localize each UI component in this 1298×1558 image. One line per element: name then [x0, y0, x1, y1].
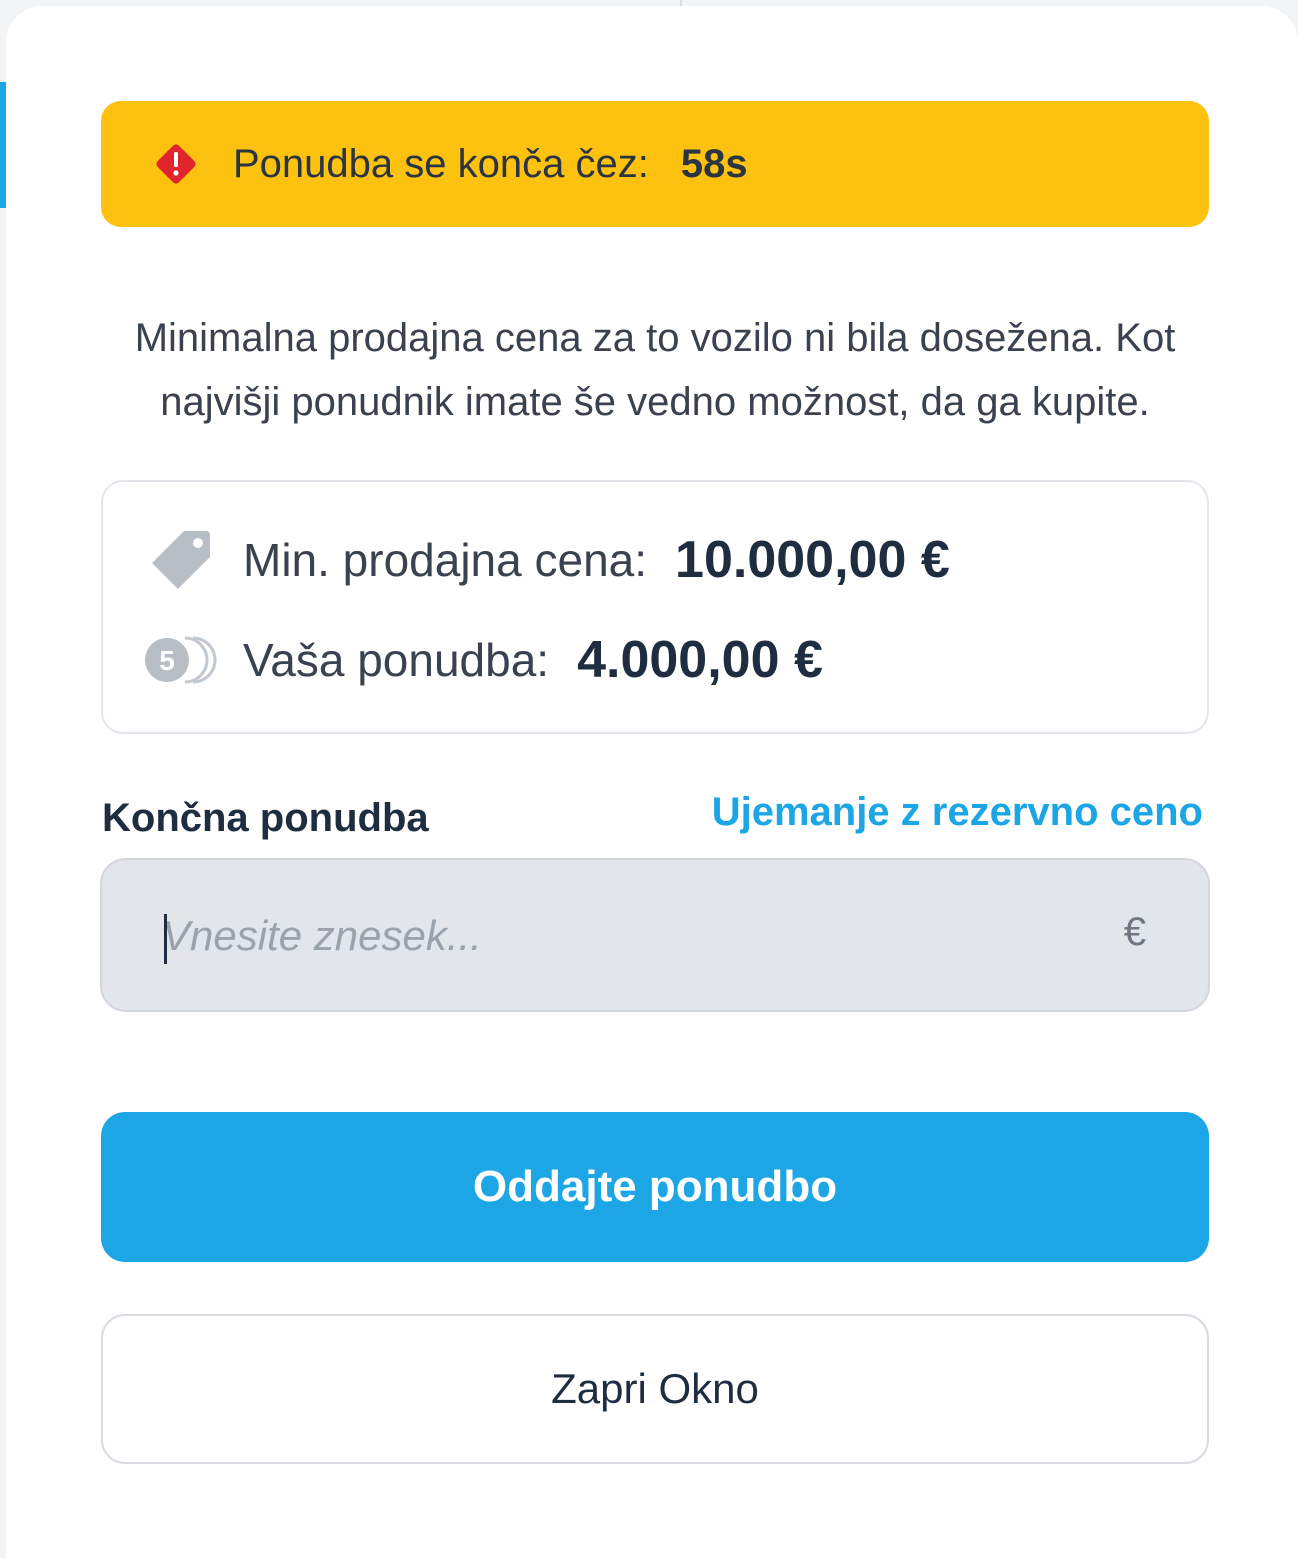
final-bid-field[interactable]: €: [100, 858, 1210, 1012]
currency-symbol: €: [1123, 910, 1146, 954]
match-reserve-price-link[interactable]: Ujemanje z rezervno ceno: [712, 790, 1203, 835]
final-bid-label: Končna ponudba: [102, 796, 429, 840]
text-cursor: [164, 914, 167, 964]
min-price-row: Min. prodajna cena: 10.000,00 €: [141, 520, 950, 600]
svg-text:5: 5: [159, 645, 175, 676]
close-window-button[interactable]: Zapri Okno: [101, 1314, 1209, 1464]
your-bid-row: 5 Vaša ponudba: 4.000,00 €: [141, 620, 823, 700]
final-bid-input[interactable]: [160, 860, 1064, 1012]
final-offer-modal: Ponudba se konča čez: 58s Minimalna prod…: [6, 6, 1298, 1558]
your-bid-value: 4.000,00 €: [577, 631, 823, 689]
countdown-label: Ponudba se konča čez:: [233, 141, 649, 186]
countdown-alert: Ponudba se konča čez: 58s: [101, 101, 1209, 227]
submit-offer-button[interactable]: Oddajte ponudbo: [101, 1112, 1209, 1262]
min-price-label: Min. prodajna cena:: [243, 534, 648, 586]
reserve-not-met-message: Minimalna prodajna cena za to vozilo ni …: [134, 316, 1176, 424]
your-bid-label: Vaša ponudba:: [243, 634, 550, 686]
price-tag-icon: [141, 525, 221, 595]
coins-icon: 5: [141, 625, 221, 695]
min-price-value: 10.000,00 €: [675, 531, 950, 589]
warning-diamond-icon: [153, 141, 199, 187]
countdown-time: 58s: [680, 141, 748, 186]
price-summary-box: Min. prodajna cena: 10.000,00 € 5 Vaša p…: [101, 480, 1209, 734]
